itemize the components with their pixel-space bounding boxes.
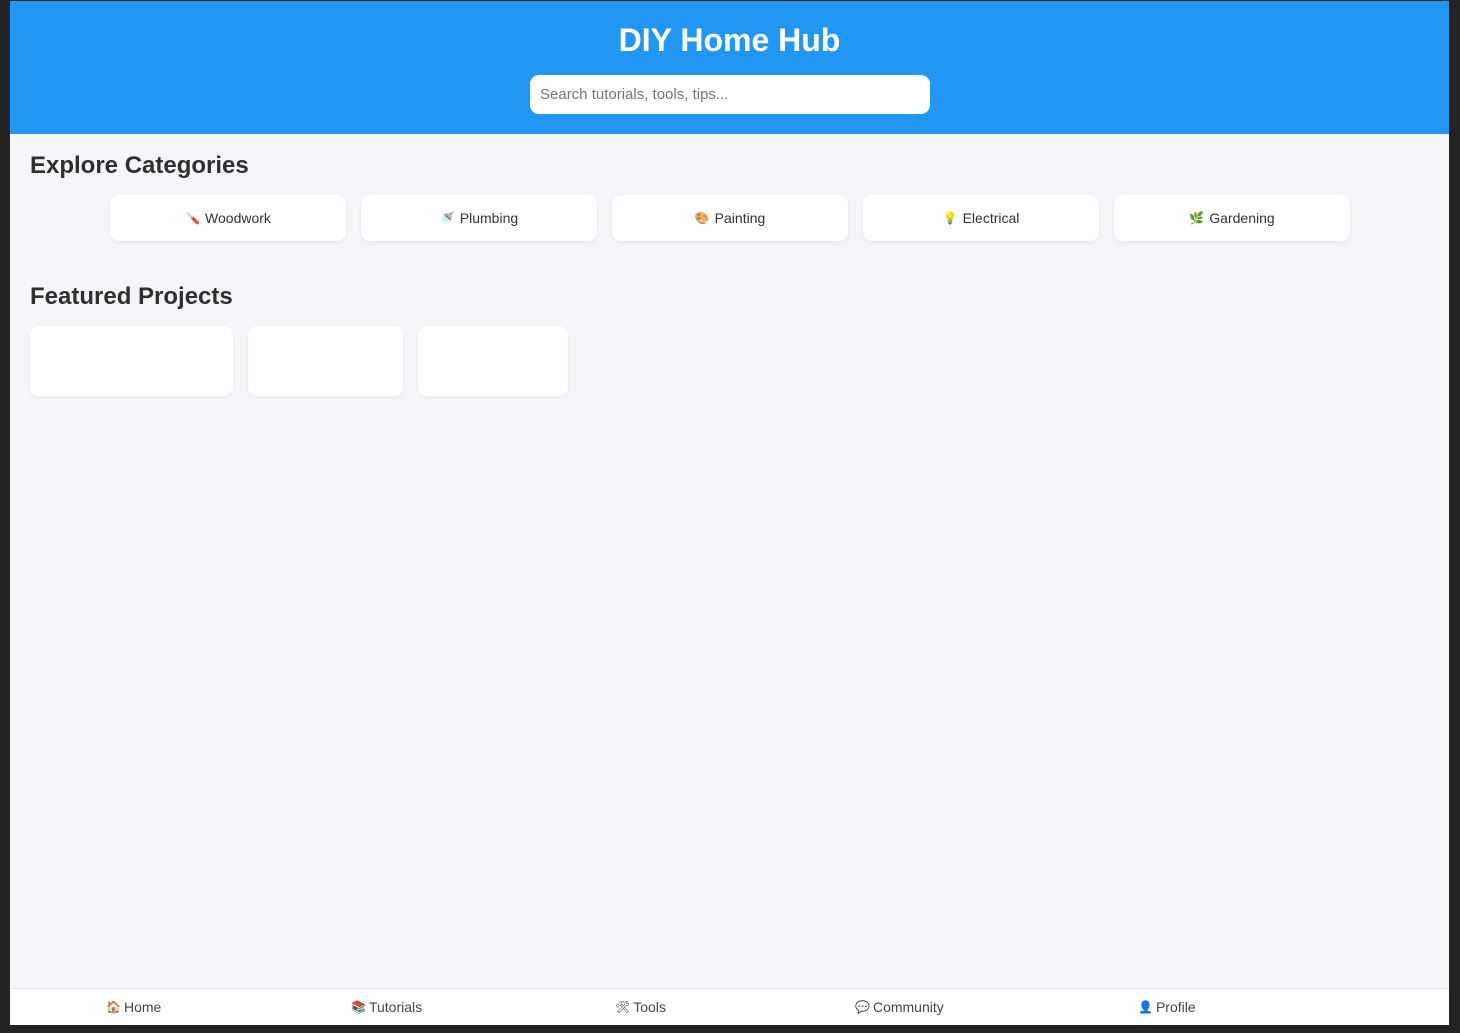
house-icon: 🏠: [106, 1000, 121, 1014]
project-card[interactable]: [418, 326, 568, 396]
herb-icon: 🌿: [1189, 211, 1205, 225]
category-woodwork[interactable]: 🪛 Woodwork: [110, 195, 346, 241]
nav-label: Tools: [633, 999, 666, 1015]
nav-home[interactable]: 🏠 Home: [106, 999, 161, 1015]
search-input[interactable]: [530, 75, 930, 114]
category-gardening[interactable]: 🌿 Gardening: [1114, 195, 1350, 241]
project-card[interactable]: [248, 326, 403, 396]
nav-profile[interactable]: 👤 Profile: [1138, 999, 1196, 1015]
category-label: Woodwork: [205, 210, 271, 226]
nav-label: Community: [872, 999, 944, 1015]
category-painting[interactable]: 🎨 Painting: [612, 195, 848, 241]
category-label: Electrical: [962, 210, 1020, 226]
categories-title: Explore Categories: [30, 152, 249, 179]
speech-bubble-icon: 💬: [855, 1000, 870, 1014]
nav-tutorials[interactable]: 📚 Tutorials: [351, 999, 422, 1015]
featured-projects-list: [30, 326, 568, 396]
lightbulb-icon: 💡: [942, 211, 958, 225]
tools-icon: 🛠: [615, 1000, 631, 1014]
category-label: Painting: [714, 210, 766, 226]
books-icon: 📚: [351, 1000, 366, 1014]
user-icon: 👤: [1138, 1000, 1153, 1014]
category-electrical[interactable]: 💡 Electrical: [863, 195, 1099, 241]
screwdriver-icon: 🪛: [185, 211, 201, 225]
bottom-nav: 🏠 Home 📚 Tutorials 🛠 Tools 💬 Community 👤…: [10, 988, 1449, 1025]
category-label: Plumbing: [459, 210, 519, 226]
categories-list: 🪛 Woodwork 🚿 Plumbing 🎨 Painting 💡 Elect…: [110, 195, 1350, 241]
featured-projects-title: Featured Projects: [30, 283, 233, 310]
shower-icon: 🚿: [439, 211, 455, 225]
project-card[interactable]: [30, 326, 233, 396]
category-label: Gardening: [1209, 210, 1275, 226]
nav-label: Home: [123, 999, 162, 1015]
nav-label: Profile: [1155, 999, 1196, 1015]
nav-label: Tutorials: [368, 999, 423, 1015]
nav-tools[interactable]: 🛠 Tools: [615, 999, 666, 1015]
app-title: DIY Home Hub: [618, 22, 841, 58]
app-header: DIY Home Hub: [10, 1, 1449, 134]
nav-community[interactable]: 💬 Community: [855, 999, 944, 1015]
app-window: DIY Home Hub Explore Categories 🪛 Woodwo…: [10, 1, 1449, 1025]
category-plumbing[interactable]: 🚿 Plumbing: [361, 195, 597, 241]
palette-icon: 🎨: [694, 211, 710, 225]
